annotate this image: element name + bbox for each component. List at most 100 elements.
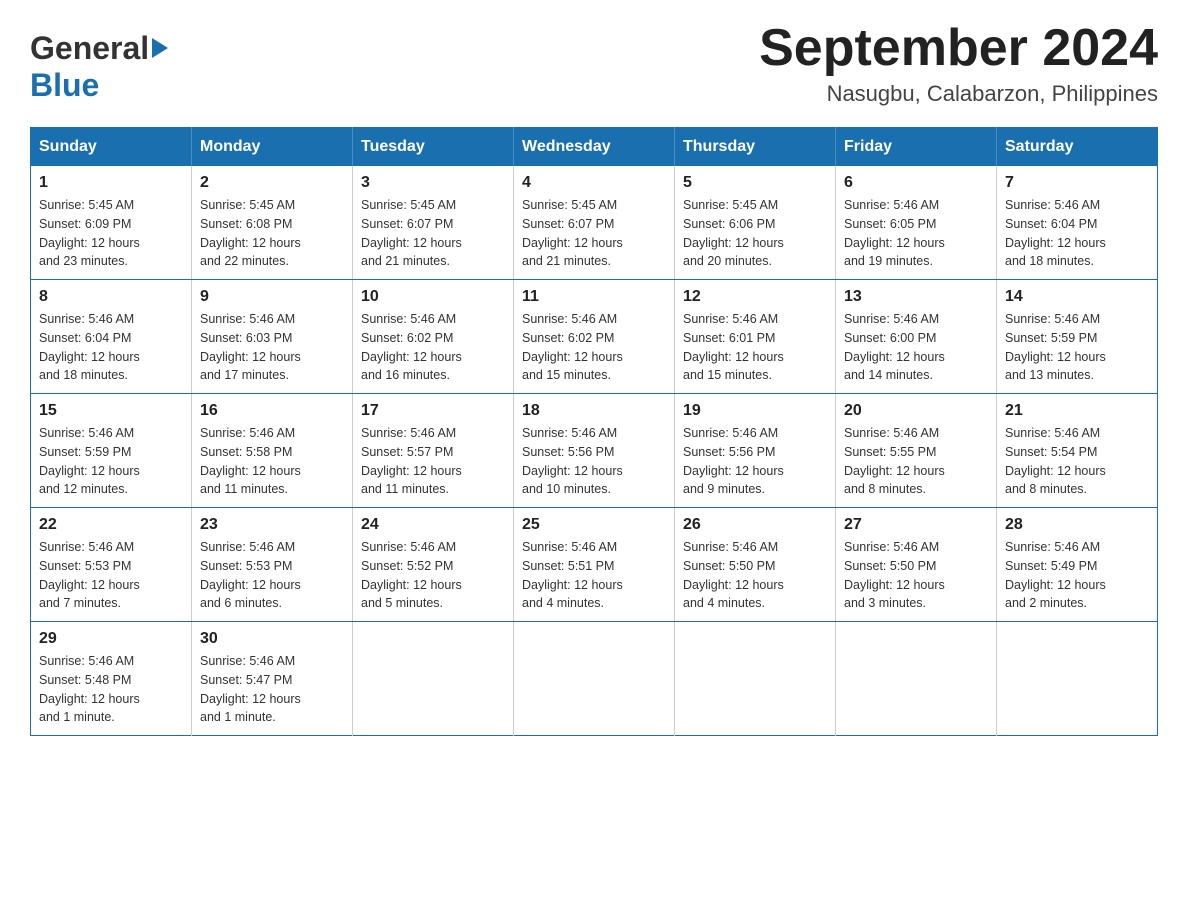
calendar-cell: 25 Sunrise: 5:46 AM Sunset: 5:51 PM Dayl… bbox=[514, 508, 675, 622]
day-info: Sunrise: 5:46 AM Sunset: 6:03 PM Dayligh… bbox=[200, 310, 344, 385]
day-number: 5 bbox=[683, 174, 827, 192]
day-info: Sunrise: 5:45 AM Sunset: 6:08 PM Dayligh… bbox=[200, 196, 344, 271]
day-info: Sunrise: 5:46 AM Sunset: 5:53 PM Dayligh… bbox=[39, 538, 183, 613]
day-number: 13 bbox=[844, 288, 988, 306]
calendar-cell: 11 Sunrise: 5:46 AM Sunset: 6:02 PM Dayl… bbox=[514, 280, 675, 394]
calendar-cell: 14 Sunrise: 5:46 AM Sunset: 5:59 PM Dayl… bbox=[997, 280, 1158, 394]
day-header-monday: Monday bbox=[192, 128, 353, 167]
day-number: 17 bbox=[361, 402, 505, 420]
day-number: 7 bbox=[1005, 174, 1149, 192]
calendar-cell: 15 Sunrise: 5:46 AM Sunset: 5:59 PM Dayl… bbox=[31, 394, 192, 508]
calendar-table: SundayMondayTuesdayWednesdayThursdayFrid… bbox=[30, 127, 1158, 736]
calendar-cell: 13 Sunrise: 5:46 AM Sunset: 6:00 PM Dayl… bbox=[836, 280, 997, 394]
calendar-cell: 27 Sunrise: 5:46 AM Sunset: 5:50 PM Dayl… bbox=[836, 508, 997, 622]
calendar-subtitle: Nasugbu, Calabarzon, Philippines bbox=[759, 81, 1158, 107]
day-info: Sunrise: 5:46 AM Sunset: 5:53 PM Dayligh… bbox=[200, 538, 344, 613]
calendar-header-row: SundayMondayTuesdayWednesdayThursdayFrid… bbox=[31, 128, 1158, 167]
calendar-cell: 16 Sunrise: 5:46 AM Sunset: 5:58 PM Dayl… bbox=[192, 394, 353, 508]
day-number: 21 bbox=[1005, 402, 1149, 420]
calendar-cell: 24 Sunrise: 5:46 AM Sunset: 5:52 PM Dayl… bbox=[353, 508, 514, 622]
calendar-cell: 12 Sunrise: 5:46 AM Sunset: 6:01 PM Dayl… bbox=[675, 280, 836, 394]
day-header-tuesday: Tuesday bbox=[353, 128, 514, 167]
day-info: Sunrise: 5:46 AM Sunset: 5:58 PM Dayligh… bbox=[200, 424, 344, 499]
calendar-cell: 29 Sunrise: 5:46 AM Sunset: 5:48 PM Dayl… bbox=[31, 622, 192, 736]
day-number: 3 bbox=[361, 174, 505, 192]
calendar-cell bbox=[353, 622, 514, 736]
day-header-sunday: Sunday bbox=[31, 128, 192, 167]
day-info: Sunrise: 5:45 AM Sunset: 6:07 PM Dayligh… bbox=[522, 196, 666, 271]
day-info: Sunrise: 5:46 AM Sunset: 5:59 PM Dayligh… bbox=[1005, 310, 1149, 385]
day-info: Sunrise: 5:46 AM Sunset: 5:50 PM Dayligh… bbox=[844, 538, 988, 613]
calendar-cell bbox=[514, 622, 675, 736]
calendar-cell: 3 Sunrise: 5:45 AM Sunset: 6:07 PM Dayli… bbox=[353, 166, 514, 280]
day-info: Sunrise: 5:46 AM Sunset: 5:56 PM Dayligh… bbox=[683, 424, 827, 499]
day-number: 24 bbox=[361, 516, 505, 534]
day-number: 16 bbox=[200, 402, 344, 420]
day-number: 22 bbox=[39, 516, 183, 534]
day-info: Sunrise: 5:46 AM Sunset: 5:59 PM Dayligh… bbox=[39, 424, 183, 499]
day-info: Sunrise: 5:46 AM Sunset: 5:52 PM Dayligh… bbox=[361, 538, 505, 613]
day-number: 10 bbox=[361, 288, 505, 306]
day-number: 29 bbox=[39, 630, 183, 648]
logo-blue-text: Blue bbox=[30, 67, 99, 103]
calendar-week-3: 15 Sunrise: 5:46 AM Sunset: 5:59 PM Dayl… bbox=[31, 394, 1158, 508]
day-info: Sunrise: 5:46 AM Sunset: 5:51 PM Dayligh… bbox=[522, 538, 666, 613]
day-info: Sunrise: 5:46 AM Sunset: 6:04 PM Dayligh… bbox=[1005, 196, 1149, 271]
day-header-thursday: Thursday bbox=[675, 128, 836, 167]
day-number: 15 bbox=[39, 402, 183, 420]
day-info: Sunrise: 5:45 AM Sunset: 6:07 PM Dayligh… bbox=[361, 196, 505, 271]
day-info: Sunrise: 5:46 AM Sunset: 6:02 PM Dayligh… bbox=[361, 310, 505, 385]
day-number: 9 bbox=[200, 288, 344, 306]
calendar-cell: 22 Sunrise: 5:46 AM Sunset: 5:53 PM Dayl… bbox=[31, 508, 192, 622]
calendar-cell: 26 Sunrise: 5:46 AM Sunset: 5:50 PM Dayl… bbox=[675, 508, 836, 622]
calendar-cell: 4 Sunrise: 5:45 AM Sunset: 6:07 PM Dayli… bbox=[514, 166, 675, 280]
calendar-cell bbox=[675, 622, 836, 736]
day-info: Sunrise: 5:46 AM Sunset: 5:50 PM Dayligh… bbox=[683, 538, 827, 613]
calendar-cell: 28 Sunrise: 5:46 AM Sunset: 5:49 PM Dayl… bbox=[997, 508, 1158, 622]
day-number: 2 bbox=[200, 174, 344, 192]
calendar-cell: 17 Sunrise: 5:46 AM Sunset: 5:57 PM Dayl… bbox=[353, 394, 514, 508]
day-info: Sunrise: 5:46 AM Sunset: 5:48 PM Dayligh… bbox=[39, 652, 183, 727]
day-number: 4 bbox=[522, 174, 666, 192]
day-header-saturday: Saturday bbox=[997, 128, 1158, 167]
day-info: Sunrise: 5:46 AM Sunset: 5:54 PM Dayligh… bbox=[1005, 424, 1149, 499]
calendar-cell: 23 Sunrise: 5:46 AM Sunset: 5:53 PM Dayl… bbox=[192, 508, 353, 622]
calendar-cell: 8 Sunrise: 5:46 AM Sunset: 6:04 PM Dayli… bbox=[31, 280, 192, 394]
day-number: 11 bbox=[522, 288, 666, 306]
day-number: 6 bbox=[844, 174, 988, 192]
calendar-cell bbox=[997, 622, 1158, 736]
calendar-week-2: 8 Sunrise: 5:46 AM Sunset: 6:04 PM Dayli… bbox=[31, 280, 1158, 394]
calendar-cell: 9 Sunrise: 5:46 AM Sunset: 6:03 PM Dayli… bbox=[192, 280, 353, 394]
calendar-cell: 1 Sunrise: 5:45 AM Sunset: 6:09 PM Dayli… bbox=[31, 166, 192, 280]
calendar-cell: 7 Sunrise: 5:46 AM Sunset: 6:04 PM Dayli… bbox=[997, 166, 1158, 280]
calendar-cell: 19 Sunrise: 5:46 AM Sunset: 5:56 PM Dayl… bbox=[675, 394, 836, 508]
logo: General Blue bbox=[30, 20, 168, 104]
day-number: 20 bbox=[844, 402, 988, 420]
day-info: Sunrise: 5:46 AM Sunset: 6:02 PM Dayligh… bbox=[522, 310, 666, 385]
calendar-cell: 21 Sunrise: 5:46 AM Sunset: 5:54 PM Dayl… bbox=[997, 394, 1158, 508]
calendar-week-5: 29 Sunrise: 5:46 AM Sunset: 5:48 PM Dayl… bbox=[31, 622, 1158, 736]
page-header: General Blue September 2024 Nasugbu, Cal… bbox=[30, 20, 1158, 107]
calendar-cell: 10 Sunrise: 5:46 AM Sunset: 6:02 PM Dayl… bbox=[353, 280, 514, 394]
calendar-cell: 18 Sunrise: 5:46 AM Sunset: 5:56 PM Dayl… bbox=[514, 394, 675, 508]
calendar-week-1: 1 Sunrise: 5:45 AM Sunset: 6:09 PM Dayli… bbox=[31, 166, 1158, 280]
day-header-friday: Friday bbox=[836, 128, 997, 167]
calendar-title: September 2024 bbox=[759, 20, 1158, 77]
day-number: 18 bbox=[522, 402, 666, 420]
logo-arrow-icon bbox=[152, 38, 168, 58]
title-area: September 2024 Nasugbu, Calabarzon, Phil… bbox=[759, 20, 1158, 107]
day-info: Sunrise: 5:46 AM Sunset: 5:55 PM Dayligh… bbox=[844, 424, 988, 499]
calendar-cell: 20 Sunrise: 5:46 AM Sunset: 5:55 PM Dayl… bbox=[836, 394, 997, 508]
day-number: 19 bbox=[683, 402, 827, 420]
day-number: 27 bbox=[844, 516, 988, 534]
calendar-week-4: 22 Sunrise: 5:46 AM Sunset: 5:53 PM Dayl… bbox=[31, 508, 1158, 622]
day-number: 1 bbox=[39, 174, 183, 192]
day-header-wednesday: Wednesday bbox=[514, 128, 675, 167]
day-info: Sunrise: 5:46 AM Sunset: 5:56 PM Dayligh… bbox=[522, 424, 666, 499]
calendar-cell: 2 Sunrise: 5:45 AM Sunset: 6:08 PM Dayli… bbox=[192, 166, 353, 280]
day-info: Sunrise: 5:46 AM Sunset: 5:57 PM Dayligh… bbox=[361, 424, 505, 499]
calendar-cell bbox=[836, 622, 997, 736]
day-info: Sunrise: 5:45 AM Sunset: 6:09 PM Dayligh… bbox=[39, 196, 183, 271]
day-number: 12 bbox=[683, 288, 827, 306]
day-info: Sunrise: 5:46 AM Sunset: 6:00 PM Dayligh… bbox=[844, 310, 988, 385]
